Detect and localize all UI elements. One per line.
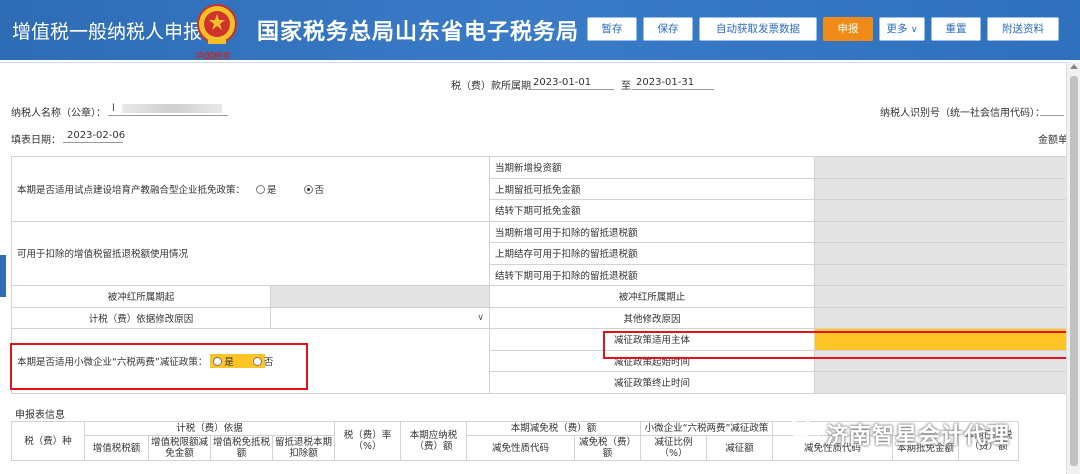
tax-emblem-icon [197, 4, 237, 44]
more-label: 更多 [886, 23, 908, 35]
carry-credit-label: 结转下期可抵免金额 [489, 199, 815, 222]
table-row: 可用于扣除的增值税留抵退税额使用情况 当期新增可用于扣除的留抵退税额 [11, 220, 1068, 286]
section-title: 申报表信息 [15, 410, 65, 421]
vat-exempt-header: 增值税限额减免金额 [148, 435, 211, 461]
carry-credit-field [814, 199, 1068, 222]
app-header: 增值税一般纳税人申报 中国税务 国家税务总局山东省电子税务局 暂存 保存 自动获… [0, 0, 1080, 62]
prev-credit-field [814, 177, 1068, 200]
period-end-field[interactable]: 2023-01-31 [632, 77, 714, 90]
reduce-ratio-header: 减征比例（%） [640, 435, 707, 461]
wechat-icon [789, 418, 820, 441]
taxpayer-id-label: 纳税人识别号（统一社会信用代码）： [880, 108, 1045, 119]
table-row: 计税（费）依据修改原因 ∨ 其他修改原因 [11, 306, 1068, 329]
new-investment-field [814, 156, 1068, 179]
small-biz-header: 小微企业“六税两费”减征政策 [640, 421, 773, 436]
carry-refund-label: 结转下期可用于扣除的留抵退税额 [489, 263, 815, 286]
carry-refund-field [814, 263, 1068, 286]
taxpayer-name-value: l [112, 103, 115, 114]
highlight-box-left [10, 343, 308, 390]
prev-refund-field [814, 242, 1068, 265]
modify-reason-label: 计税（费）依据修改原因 [11, 306, 271, 329]
chevron-down-icon: ∨ [910, 25, 918, 35]
pilot-policy-cell: 本期是否适用试点建设培育产教融合型企业抵免政策： 是 否 [11, 156, 490, 222]
new-investment-label: 当期新增投资额 [489, 156, 815, 179]
temp-save-button[interactable]: 暂存 [587, 17, 637, 41]
reduce-end-field [814, 371, 1068, 394]
reduce-amt2-header: 减征额 [706, 435, 773, 461]
prev-refund-label: 上期结存可用于扣除的留抵退税额 [489, 242, 815, 265]
chevron-down-icon: ∨ [477, 312, 484, 323]
reduce-header: 本期减免税（费）额 [466, 421, 641, 436]
scroll-thumb[interactable] [1070, 76, 1078, 466]
tax-type-header: 税（费）种 [11, 421, 85, 461]
new-refund-label: 当期新增可用于扣除的留抵退税额 [489, 220, 815, 243]
period-to: 至 [621, 81, 631, 92]
new-refund-field [814, 220, 1068, 243]
declare-button[interactable]: 申报 [823, 17, 873, 41]
red-period-start-label: 被冲红所属期起 [11, 285, 271, 308]
modify-reason-select[interactable]: ∨ [270, 306, 490, 329]
fill-date-label: 填表日期： [11, 135, 61, 146]
refund-deduct-header: 留抵退税本期扣除额 [272, 435, 335, 461]
table-row: 被冲红所属期起 被冲红所属期止 [11, 285, 1068, 308]
emblem-caption: 中国税务 [194, 52, 231, 62]
reset-button[interactable]: 重置 [931, 17, 981, 41]
side-collapse-tab[interactable] [0, 255, 6, 297]
taxpayer-id-field[interactable] [1040, 103, 1064, 116]
radio-yes-label[interactable]: 是 [267, 185, 277, 196]
reduce-end-label: 减征政策终止时间 [489, 371, 815, 394]
refund-usage-label: 可用于扣除的增值税留抵退税额使用情况 [11, 220, 490, 286]
vat-header: 增值税税额 [84, 435, 149, 461]
attach-docs-button[interactable]: 附送资料 [987, 17, 1059, 41]
watermark-text: 济南智星会计代理 [826, 424, 1011, 449]
taxpayer-name-field[interactable]: l [108, 103, 228, 116]
auto-fetch-invoice-button[interactable]: 自动获取发票数据 [699, 17, 817, 41]
taxpayer-name-label: 纳税人名称（公章）： [11, 108, 106, 119]
reduce-code-header: 减免性质代码 [466, 435, 575, 461]
fill-date-field[interactable]: 2023-02-06 [63, 130, 125, 143]
redacted-block [121, 103, 222, 113]
rate-header: 税（费）率（%） [334, 421, 401, 461]
save-button[interactable]: 保存 [643, 17, 693, 41]
other-reason-label: 其他修改原因 [489, 306, 815, 329]
red-period-end-field [814, 285, 1068, 308]
radio-no-icon[interactable] [303, 184, 313, 194]
form-title: 增值税一般纳税人申报 [12, 21, 203, 43]
other-reason-field [814, 306, 1068, 329]
table-row: 本期是否适用试点建设培育产教融合型企业抵免政策： 是 否 当期新增投资额 [11, 156, 1068, 222]
radio-yes-icon[interactable] [256, 184, 266, 194]
red-period-start-field [270, 285, 490, 308]
more-button[interactable]: 更多 ∨ [879, 17, 925, 41]
vat-offset-header: 增值税免抵税额 [210, 435, 273, 461]
period-start-field[interactable]: 2023-01-01 [529, 77, 614, 90]
site-title: 国家税务总局山东省电子税务局 [257, 20, 580, 45]
reduce-amount-header: 减免税（费）额 [574, 435, 641, 461]
amount-unit-label: 金额单 [1038, 135, 1068, 146]
vertical-scrollbar[interactable] [1066, 62, 1080, 474]
radio-no-label[interactable]: 否 [315, 185, 325, 196]
pilot-policy-label: 本期是否适用试点建设培育产教融合型企业抵免政策： [17, 184, 246, 196]
highlight-box-right [603, 331, 1068, 359]
scroll-up-icon[interactable] [1070, 64, 1078, 69]
red-period-end-label: 被冲红所属期止 [489, 285, 815, 308]
payable-header: 本期应纳税（费）额 [400, 421, 467, 461]
basis-header: 计税（费）依据 [84, 421, 335, 436]
prev-credit-label: 上期留抵可抵免金额 [489, 177, 815, 200]
period-label: 税（费）款所属期 [451, 81, 531, 92]
